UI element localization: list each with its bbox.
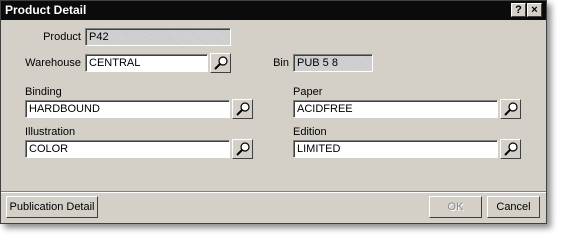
paper-lookup-button[interactable] (500, 99, 521, 119)
cancel-button[interactable]: Cancel (487, 196, 540, 218)
binding-lookup-button[interactable] (232, 99, 253, 119)
magnifier-icon (236, 102, 250, 116)
product-label: Product (43, 31, 81, 43)
magnifier-icon (214, 56, 228, 70)
illustration-lookup-button[interactable] (232, 139, 253, 159)
paper-input[interactable]: ACIDFREE (293, 100, 498, 118)
warehouse-label: Warehouse (25, 57, 81, 69)
illustration-value: COLOR (26, 141, 229, 157)
form-area: Product P42 Warehouse CENTRAL Bin PUB 5 … (1, 20, 546, 191)
edition-lookup-button[interactable] (500, 139, 521, 159)
edition-input[interactable]: LIMITED (293, 140, 498, 158)
product-field: P42 (85, 28, 231, 46)
bin-field: PUB 5 8 (293, 54, 373, 72)
product-value: P42 (86, 29, 230, 45)
warehouse-lookup-button[interactable] (210, 53, 231, 73)
edition-value: LIMITED (294, 141, 497, 157)
paper-value: ACIDFREE (294, 101, 497, 117)
bin-label: Bin (273, 57, 289, 69)
magnifier-icon (504, 142, 518, 156)
close-icon: × (531, 4, 538, 16)
title-bar[interactable]: Product Detail ? × (1, 1, 546, 20)
binding-input[interactable]: HARDBOUND (25, 100, 230, 118)
magnifier-icon (504, 102, 518, 116)
warehouse-input[interactable]: CENTRAL (85, 54, 208, 72)
help-icon: ? (515, 4, 522, 16)
paper-label: Paper (293, 86, 323, 98)
binding-value: HARDBOUND (26, 101, 229, 117)
binding-label: Binding (25, 86, 62, 98)
illustration-label: Illustration (25, 126, 76, 138)
warehouse-value: CENTRAL (86, 55, 207, 71)
edition-label: Edition (293, 126, 327, 138)
close-button[interactable]: × (527, 3, 542, 17)
bin-value: PUB 5 8 (294, 55, 372, 71)
footer-divider (1, 191, 546, 193)
help-button[interactable]: ? (511, 3, 526, 17)
publication-detail-button[interactable]: Publication Detail (6, 196, 98, 218)
window-title: Product Detail (5, 3, 87, 17)
illustration-input[interactable]: COLOR (25, 140, 230, 158)
magnifier-icon (236, 142, 250, 156)
product-detail-dialog: Product Detail ? × Product P42 Warehouse… (0, 0, 547, 224)
ok-button[interactable]: OK (429, 196, 482, 218)
